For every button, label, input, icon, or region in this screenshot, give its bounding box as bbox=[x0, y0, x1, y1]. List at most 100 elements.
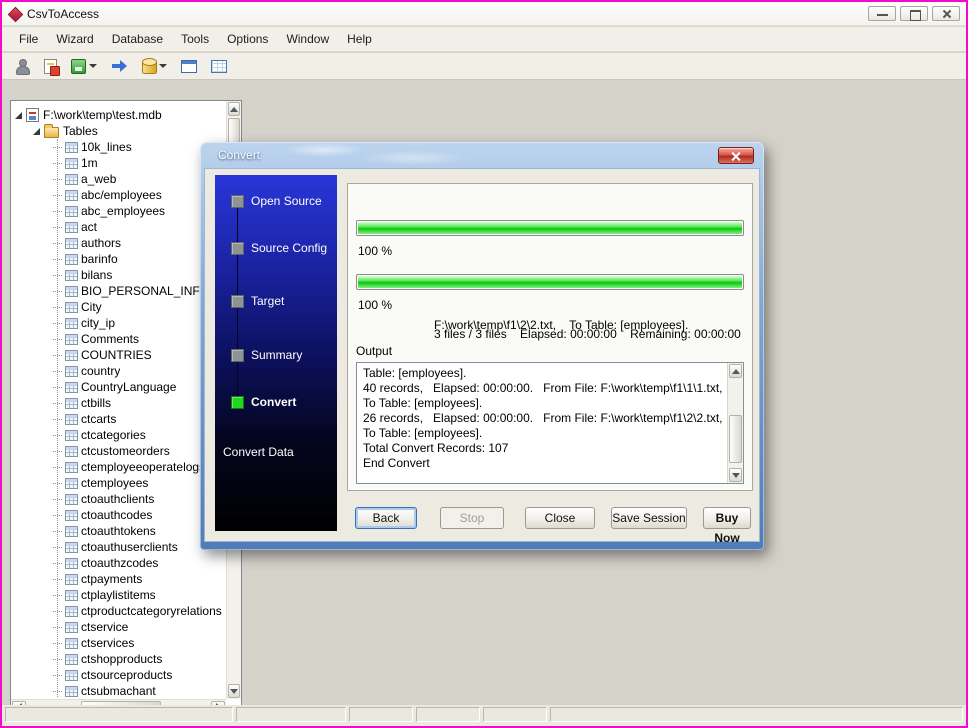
dialog-body: Convert Data Open SourceSource ConfigTar… bbox=[204, 168, 760, 542]
step-summary[interactable]: Summary bbox=[231, 348, 302, 362]
tree-item-ctoauthtokens[interactable]: ctoauthtokens bbox=[11, 523, 226, 539]
tree-item-city[interactable]: City bbox=[11, 299, 226, 315]
table-icon bbox=[211, 60, 227, 73]
status-panel bbox=[236, 707, 346, 722]
scroll-down-icon[interactable] bbox=[228, 684, 240, 698]
scroll-up-icon[interactable] bbox=[228, 102, 240, 116]
tree-item-ctservice[interactable]: ctservice bbox=[11, 619, 226, 635]
table-icon bbox=[65, 622, 78, 633]
dropdown-arrow-icon[interactable] bbox=[159, 64, 167, 68]
tree-item-tables[interactable]: Tables bbox=[11, 123, 226, 139]
tree-item-label: Comments bbox=[81, 332, 139, 346]
tree-item-ctservices[interactable]: ctservices bbox=[11, 635, 226, 651]
table-icon bbox=[65, 478, 78, 489]
menu-tools[interactable]: Tools bbox=[172, 29, 218, 49]
close-button[interactable]: Close bbox=[525, 507, 595, 529]
output-scrollbar[interactable] bbox=[727, 363, 743, 483]
menu-database[interactable]: Database bbox=[103, 29, 172, 49]
tree-item-ctsourceproducts[interactable]: ctsourceproducts bbox=[11, 667, 226, 683]
tree-item-ctbills[interactable]: ctbills bbox=[11, 395, 226, 411]
buy-now-button[interactable]: Buy Now bbox=[703, 507, 751, 529]
tree-item-countrylanguage[interactable]: CountryLanguage bbox=[11, 379, 226, 395]
tree-item-country[interactable]: country bbox=[11, 363, 226, 379]
table-icon bbox=[65, 238, 78, 249]
tree-item-ctproductcategoryrelations[interactable]: ctproductcategoryrelations bbox=[11, 603, 226, 619]
tree-item-label: ctcustomeorders bbox=[81, 444, 170, 458]
tree-item-ctcarts[interactable]: ctcarts bbox=[11, 411, 226, 427]
database-button[interactable] bbox=[138, 54, 171, 78]
tree-item-label: ctservice bbox=[81, 620, 128, 634]
tree-item-ctsubmachant[interactable]: ctsubmachant bbox=[11, 683, 226, 699]
tree-item-10k-lines[interactable]: 10k_lines bbox=[11, 139, 226, 155]
step-target[interactable]: Target bbox=[231, 294, 284, 308]
tree-item-ctemployeeoperatelogs[interactable]: ctemployeeoperatelogs bbox=[11, 459, 226, 475]
output-line: Table: [employees]. bbox=[363, 366, 721, 381]
expand-icon[interactable] bbox=[33, 128, 40, 135]
minimize-icon[interactable] bbox=[868, 6, 896, 21]
tree-item-bilans[interactable]: bilans bbox=[11, 267, 226, 283]
tree-item-ctshopproducts[interactable]: ctshopproducts bbox=[11, 651, 226, 667]
tree-item-countries[interactable]: COUNTRIES bbox=[11, 347, 226, 363]
tree-item-ctemployees[interactable]: ctemployees bbox=[11, 475, 226, 491]
dialog-close-icon[interactable] bbox=[718, 147, 754, 164]
tree-item-ctoauthclients[interactable]: ctoauthclients bbox=[11, 491, 226, 507]
tree-item-1m[interactable]: 1m bbox=[11, 155, 226, 171]
window-icon bbox=[181, 60, 197, 73]
menu-options[interactable]: Options bbox=[218, 29, 277, 49]
tree-root-label: F:\work\temp\test.mdb bbox=[43, 108, 162, 122]
user-button[interactable] bbox=[10, 54, 34, 78]
tree-item-ctoauthcodes[interactable]: ctoauthcodes bbox=[11, 507, 226, 523]
tree-item-label: ctoauthzcodes bbox=[81, 556, 158, 570]
tree-item-ctoauthzcodes[interactable]: ctoauthzcodes bbox=[11, 555, 226, 571]
maximize-icon[interactable] bbox=[900, 6, 928, 21]
tree-item-authors[interactable]: authors bbox=[11, 235, 226, 251]
dropdown-arrow-icon[interactable] bbox=[89, 64, 97, 68]
tree-item-label: ctplaylistitems bbox=[81, 588, 156, 602]
new-file-button[interactable] bbox=[40, 55, 61, 78]
tree-item-ctplaylistitems[interactable]: ctplaylistitems bbox=[11, 587, 226, 603]
step-convert[interactable]: Convert bbox=[231, 395, 296, 409]
table-button[interactable] bbox=[207, 56, 231, 77]
menu-wizard[interactable]: Wizard bbox=[47, 29, 102, 49]
tree-items: 10k_lines1ma_webabc/employeesabc_employe… bbox=[11, 139, 226, 699]
menu-file[interactable]: File bbox=[10, 29, 47, 49]
tree-item-comments[interactable]: Comments bbox=[11, 331, 226, 347]
import-button[interactable] bbox=[107, 54, 132, 78]
menu-window[interactable]: Window bbox=[277, 29, 338, 49]
output-box[interactable]: Table: [employees].40 records, Elapsed: … bbox=[356, 362, 744, 484]
step-open-source[interactable]: Open Source bbox=[231, 194, 322, 208]
tree-item-ctpayments[interactable]: ctpayments bbox=[11, 571, 226, 587]
output-text: Table: [employees].40 records, Elapsed: … bbox=[357, 363, 727, 483]
tree-item-abc-employees[interactable]: abc_employees bbox=[11, 203, 226, 219]
back-button[interactable]: Back bbox=[355, 507, 417, 529]
save-button[interactable] bbox=[67, 55, 101, 78]
tree-item-ctcategories[interactable]: ctcategories bbox=[11, 427, 226, 443]
tree-item-ctoauthuserclients[interactable]: ctoauthuserclients bbox=[11, 539, 226, 555]
tree-item-act[interactable]: act bbox=[11, 219, 226, 235]
step-label: Target bbox=[251, 294, 284, 308]
table-icon bbox=[65, 270, 78, 281]
scroll-down-icon[interactable] bbox=[729, 468, 742, 482]
tree-item-barinfo[interactable]: barinfo bbox=[11, 251, 226, 267]
status-panel bbox=[349, 707, 413, 722]
step-source-config[interactable]: Source Config bbox=[231, 241, 327, 255]
tree-item-a-web[interactable]: a_web bbox=[11, 171, 226, 187]
close-icon[interactable] bbox=[932, 6, 960, 21]
step-marker bbox=[231, 195, 244, 208]
step-label: Open Source bbox=[251, 194, 322, 208]
tree-item-label: City bbox=[81, 300, 102, 314]
tree-item-ctcustomeorders[interactable]: ctcustomeorders bbox=[11, 443, 226, 459]
tree-item-label: ctoauthtokens bbox=[81, 524, 156, 538]
tree-item-root[interactable]: F:\work\temp\test.mdb bbox=[11, 107, 226, 123]
tree-item-city-ip[interactable]: city_ip bbox=[11, 315, 226, 331]
save-session-button[interactable]: Save Session bbox=[611, 507, 687, 529]
expand-icon[interactable] bbox=[15, 112, 22, 119]
scrollbar-thumb[interactable] bbox=[729, 415, 742, 463]
output-line: To Table: [employees]. bbox=[363, 426, 721, 441]
scroll-up-icon[interactable] bbox=[729, 364, 742, 378]
tree-item-label: ctpayments bbox=[81, 572, 142, 586]
tree-item-bio-personal-inf[interactable]: BIO_PERSONAL_INF bbox=[11, 283, 226, 299]
window-button[interactable] bbox=[177, 56, 201, 77]
tree-item-abc-employees[interactable]: abc/employees bbox=[11, 187, 226, 203]
menu-help[interactable]: Help bbox=[338, 29, 381, 49]
